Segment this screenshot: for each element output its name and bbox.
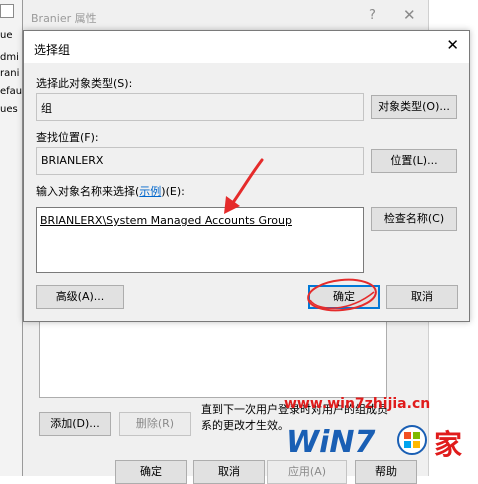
help-icon[interactable]: ? xyxy=(369,8,376,23)
watermark-suffix: 家 xyxy=(434,428,462,461)
advanced-button[interactable]: 高级(A)... xyxy=(36,285,124,309)
select-group-dialog: 选择组 ✕ 选择此对象类型(S): 组 对象类型(O)... 查找位置(F): … xyxy=(23,30,470,322)
background-list-item: ue xyxy=(0,30,13,41)
cancel-button[interactable]: 取消 xyxy=(386,285,458,309)
member-of-list[interactable] xyxy=(39,318,387,398)
check-names-button[interactable]: 检查名称(C) xyxy=(371,207,457,231)
remove-button[interactable]: 删除(R) xyxy=(119,412,191,436)
windows-logo-icon xyxy=(397,425,427,455)
background-window-left: ue dmi rani efau ues xyxy=(0,0,23,476)
properties-window-title: Branier 属性 xyxy=(31,12,97,25)
add-button[interactable]: 添加(D)... xyxy=(39,412,111,436)
object-type-label: 选择此对象类型(S): xyxy=(36,77,133,90)
properties-ok-button[interactable]: 确定 xyxy=(115,460,187,484)
object-names-label-prefix: 输入对象名称来选择( xyxy=(36,185,140,198)
properties-cancel-button[interactable]: 取消 xyxy=(193,460,265,484)
background-checkbox xyxy=(0,4,14,18)
watermark-brand: WiN7 xyxy=(286,425,375,460)
object-names-label: 输入对象名称来选择(示例)(E): xyxy=(36,183,185,199)
watermark-logo: WiN7 家 xyxy=(286,425,462,461)
object-names-label-suffix: )(E): xyxy=(161,185,185,198)
location-label: 查找位置(F): xyxy=(36,131,99,144)
locations-button[interactable]: 位置(L)... xyxy=(371,149,457,173)
location-field: BRIANLERX xyxy=(36,147,364,175)
dialog-titlebar: 选择组 ✕ xyxy=(24,31,469,63)
object-names-value: BRIANLERX\System Managed Accounts Group xyxy=(40,214,292,227)
background-list-item: efau xyxy=(0,86,23,97)
close-icon[interactable]: ✕ xyxy=(403,6,416,24)
background-list-item: dmi xyxy=(0,52,19,63)
examples-link[interactable]: 示例 xyxy=(139,185,161,198)
watermark-url: www.win7zhijia.cn xyxy=(284,396,431,412)
background-list-item: rani xyxy=(0,68,20,79)
background-list-item: ues xyxy=(0,104,18,115)
close-icon[interactable]: ✕ xyxy=(446,36,459,54)
object-names-input[interactable]: BRIANLERX\System Managed Accounts Group xyxy=(36,207,364,273)
dialog-title: 选择组 xyxy=(34,43,71,57)
object-types-button[interactable]: 对象类型(O)... xyxy=(371,95,457,119)
object-type-field: 组 xyxy=(36,93,364,121)
ok-button[interactable]: 确定 xyxy=(308,285,380,309)
